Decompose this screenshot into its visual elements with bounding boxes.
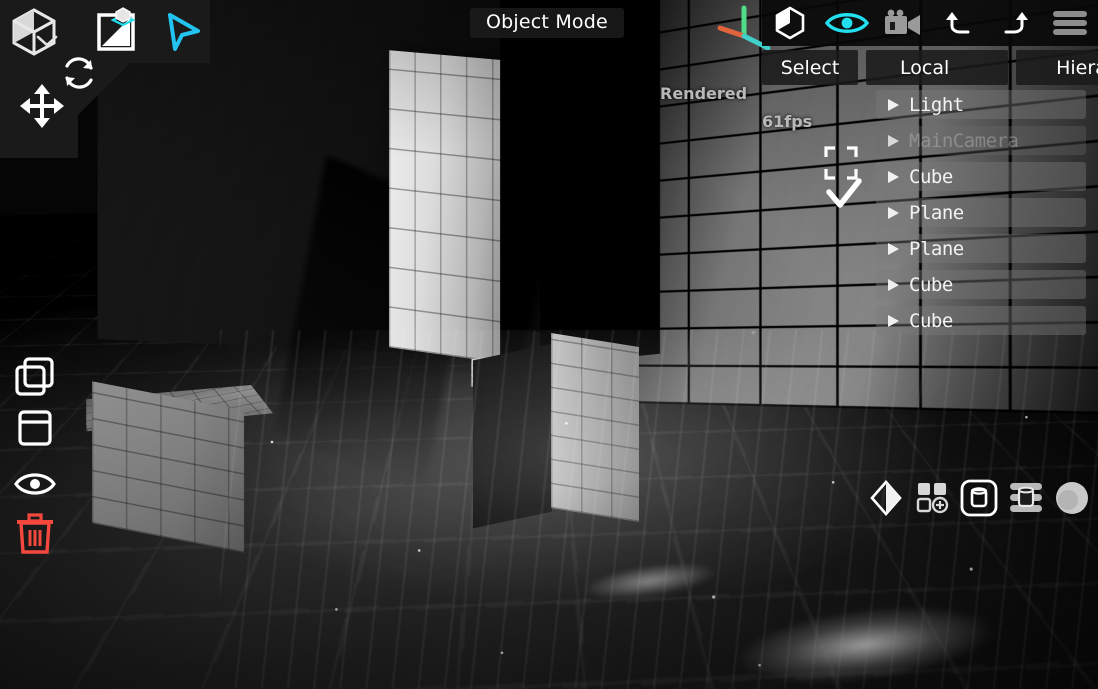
editor-window: Object Mode [0, 0, 1098, 689]
hierarchy-tab[interactable]: Hierarchy [1016, 50, 1098, 85]
bottom-toolbar [866, 476, 1092, 520]
select-frame-icon[interactable] [824, 146, 858, 180]
object-plane-tall[interactable] [389, 50, 500, 363]
redo-icon[interactable] [994, 3, 1036, 43]
paste-icon[interactable] [12, 405, 58, 451]
hierarchy-row-cube-2[interactable]: Cube [876, 270, 1086, 299]
visibility-icon[interactable] [12, 461, 58, 507]
object-tool-icon[interactable] [8, 6, 60, 58]
chevron-down-icon[interactable] [36, 34, 58, 48]
move-tool-icon[interactable] [18, 82, 66, 130]
hierarchy-item-label: Plane [909, 202, 964, 224]
hierarchy-row-cube-1[interactable]: Cube [876, 162, 1086, 191]
expand-arrow-icon[interactable] [885, 241, 901, 257]
layers-icon[interactable] [1006, 478, 1046, 518]
pivot-icon [110, 6, 136, 30]
material-sphere-icon[interactable] [1052, 478, 1092, 518]
hierarchy-item-label: Cube [909, 166, 953, 188]
hierarchy-item-label: Cube [909, 310, 953, 332]
select-cursor-icon[interactable] [160, 10, 204, 54]
shading-mode-icon[interactable] [866, 478, 906, 518]
object-selected-icon[interactable] [959, 478, 999, 518]
mode-label: Object Mode [470, 8, 624, 38]
render-mode-label: Rendered [660, 84, 747, 103]
hierarchy-row-maincamera[interactable]: MainCamera [876, 126, 1086, 155]
hierarchy-row-light[interactable]: Light [876, 90, 1086, 119]
check-icon[interactable] [826, 178, 862, 212]
hierarchy-panel[interactable]: Light MainCamera Cube Plane Plane [876, 90, 1086, 342]
eye-icon[interactable] [825, 3, 869, 43]
expand-arrow-icon[interactable] [885, 169, 901, 185]
hierarchy-item-label: Cube [909, 274, 953, 296]
menu-icon[interactable] [1049, 3, 1091, 43]
expand-arrow-icon[interactable] [885, 97, 901, 113]
transform-space-button[interactable]: Local [866, 50, 1008, 85]
ground-sparkles [180, 380, 1098, 689]
expand-arrow-icon[interactable] [885, 205, 901, 221]
hierarchy-row-cube-3[interactable]: Cube [876, 306, 1086, 335]
expand-arrow-icon[interactable] [885, 133, 901, 149]
expand-arrow-icon[interactable] [885, 277, 901, 293]
undo-icon[interactable] [938, 3, 980, 43]
fps-label: 61fps [762, 112, 812, 131]
hierarchy-row-plane-2[interactable]: Plane [876, 234, 1086, 263]
expand-arrow-icon[interactable] [885, 313, 901, 329]
duplicate-icon[interactable] [12, 353, 58, 399]
hierarchy-item-label: Light [909, 94, 964, 116]
left-action-strip [0, 345, 72, 575]
object-cube-icon[interactable] [769, 3, 811, 43]
add-object-icon[interactable] [913, 478, 953, 518]
hierarchy-item-label: MainCamera [909, 130, 1018, 152]
delete-icon[interactable] [12, 510, 58, 556]
top-toolbar [762, 0, 1098, 46]
select-button[interactable]: Select [762, 50, 858, 85]
wall-corner-column [540, 0, 660, 366]
hierarchy-item-label: Plane [909, 238, 964, 260]
hierarchy-row-plane-1[interactable]: Plane [876, 198, 1086, 227]
camera-icon[interactable] [883, 3, 925, 43]
